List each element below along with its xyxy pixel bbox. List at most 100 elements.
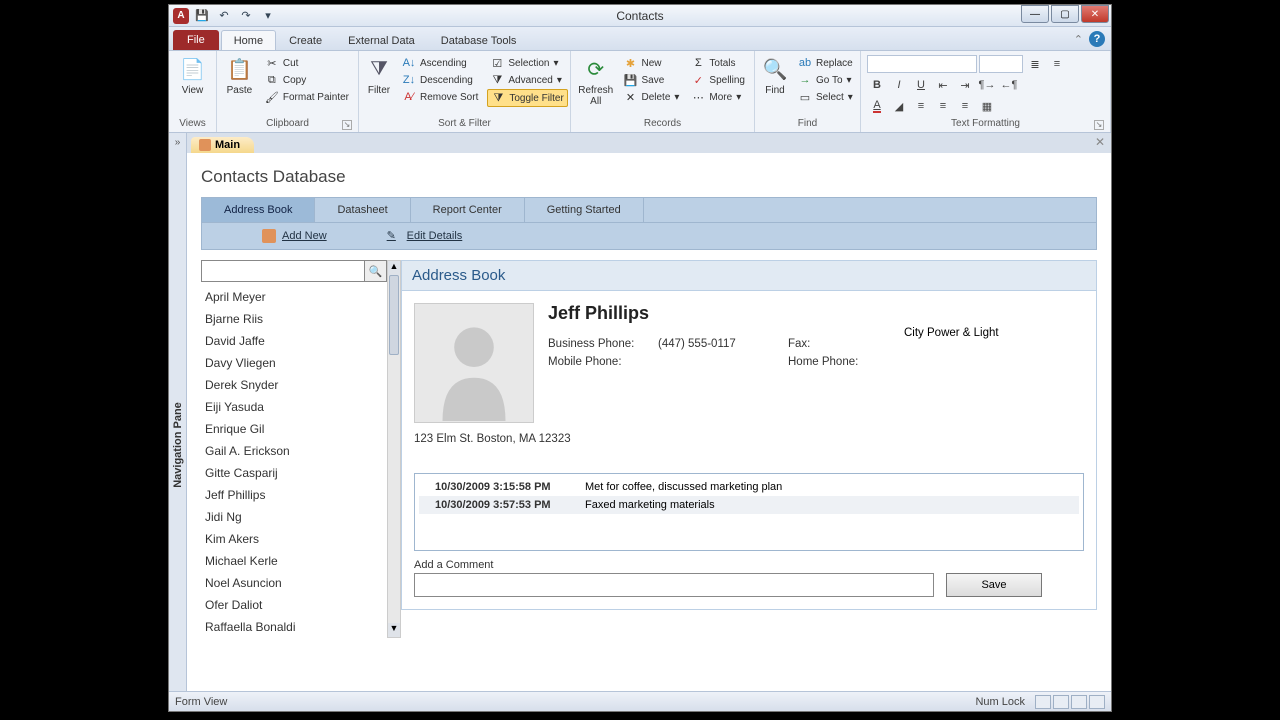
maximize-button[interactable]: ▢ <box>1051 5 1079 23</box>
cut-button[interactable]: ✂Cut <box>262 55 352 71</box>
align-left-icon[interactable]: ≡ <box>911 97 931 115</box>
datasheet-view-icon[interactable] <box>1053 695 1069 709</box>
qat-redo-icon[interactable]: ↷ <box>237 7 255 25</box>
subtab-address-book[interactable]: Address Book <box>202 198 315 222</box>
expand-nav-icon[interactable]: » <box>169 133 186 148</box>
tab-external-data[interactable]: External Data <box>335 30 428 50</box>
align-center-icon[interactable]: ≡ <box>933 97 953 115</box>
qat-customize-icon[interactable]: ▾ <box>259 7 277 25</box>
form-view-icon[interactable] <box>1035 695 1051 709</box>
navigation-pane-collapsed[interactable]: » Navigation Pane <box>169 133 187 691</box>
subtab-report-center[interactable]: Report Center <box>411 198 525 222</box>
totals-button[interactable]: ΣTotals <box>688 55 748 71</box>
add-new-link[interactable]: Add New <box>262 229 327 243</box>
advanced-button[interactable]: ⧩Advanced ▾ <box>487 72 567 88</box>
goto-button[interactable]: →Go To ▾ <box>795 72 856 88</box>
list-item[interactable]: David Jaffe <box>201 330 387 352</box>
remove-sort-button[interactable]: A⁄Remove Sort <box>399 89 481 105</box>
list-item[interactable]: Michael Kerle <box>201 550 387 572</box>
numbering-icon[interactable]: ≡ <box>1047 55 1067 73</box>
list-item[interactable]: Noel Asuncion <box>201 572 387 594</box>
toggle-filter-button[interactable]: ⧩Toggle Filter <box>487 89 567 107</box>
file-tab[interactable]: File <box>173 30 219 50</box>
help-icon[interactable]: ? <box>1089 31 1105 47</box>
list-item[interactable]: Bjarne Riis <box>201 308 387 330</box>
scroll-up-icon[interactable]: ▲ <box>388 261 400 275</box>
font-family-select[interactable] <box>867 55 977 73</box>
search-input[interactable] <box>201 260 365 282</box>
new-icon: ✱ <box>623 56 637 70</box>
group-find: Find <box>761 117 854 130</box>
list-item[interactable]: Gail A. Erickson <box>201 440 387 462</box>
list-item[interactable]: Enrique Gil <box>201 418 387 440</box>
copy-button[interactable]: ⧉Copy <box>262 72 352 88</box>
list-scrollbar[interactable]: ▲ ▼ <box>387 260 401 638</box>
business-phone-value: (447) 555-0117 <box>658 338 788 350</box>
filter-button[interactable]: ⧩Filter <box>365 55 393 96</box>
format-painter-button[interactable]: 🖌Format Painter <box>262 89 352 105</box>
save-record-button[interactable]: 💾Save <box>620 72 682 88</box>
list-item[interactable]: Gitte Casparij <box>201 462 387 484</box>
align-right-icon[interactable]: ≡ <box>955 97 975 115</box>
list-item[interactable]: Jeff Phillips <box>201 484 387 506</box>
subtab-datasheet[interactable]: Datasheet <box>315 198 410 222</box>
refresh-all-button[interactable]: ⟳Refresh All <box>577 55 614 107</box>
list-item[interactable]: Raffaella Bonaldi <box>201 616 387 638</box>
tab-home[interactable]: Home <box>221 30 276 50</box>
fill-color-icon[interactable]: ◢ <box>889 97 909 115</box>
font-size-select[interactable] <box>979 55 1023 73</box>
layout-view-icon[interactable] <box>1071 695 1087 709</box>
comment-input[interactable] <box>414 573 934 597</box>
descending-button[interactable]: Z↓Descending <box>399 72 481 88</box>
italic-icon[interactable]: I <box>889 76 909 94</box>
textfmt-dialog-icon[interactable]: ↘ <box>1094 120 1104 130</box>
subtab-getting-started[interactable]: Getting Started <box>525 198 644 222</box>
list-item[interactable]: Davy Vliegen <box>201 352 387 374</box>
spelling-button[interactable]: ✓Spelling <box>688 72 748 88</box>
underline-icon[interactable]: U <box>911 76 931 94</box>
find-button[interactable]: 🔍Find <box>761 55 789 96</box>
list-item[interactable]: Jidi Ng <box>201 506 387 528</box>
search-button[interactable]: 🔍 <box>365 260 387 282</box>
qat-undo-icon[interactable]: ↶ <box>215 7 233 25</box>
list-item[interactable]: Kim Akers <box>201 528 387 550</box>
ltr-icon[interactable]: ¶→ <box>977 76 997 94</box>
replace-button[interactable]: abReplace <box>795 55 856 71</box>
doc-tab-main[interactable]: Main <box>191 137 254 153</box>
home-phone-label: Home Phone: <box>788 356 878 368</box>
list-item[interactable]: Eiji Yasuda <box>201 396 387 418</box>
bold-icon[interactable]: B <box>867 76 887 94</box>
list-item[interactable]: Derek Snyder <box>201 374 387 396</box>
close-tab-icon[interactable]: ✕ <box>1095 135 1105 149</box>
font-color-icon[interactable]: A <box>867 97 887 115</box>
selection-button[interactable]: ☑Selection ▾ <box>487 55 567 71</box>
minimize-button[interactable]: — <box>1021 5 1049 23</box>
more-button[interactable]: ⋯More ▾ <box>688 89 748 105</box>
list-item[interactable]: Ofer Daliot <box>201 594 387 616</box>
close-button[interactable]: ✕ <box>1081 5 1109 23</box>
select-button[interactable]: ▭Select ▾ <box>795 89 856 105</box>
gridlines-icon[interactable]: ▦ <box>977 97 997 115</box>
indent-dec-icon[interactable]: ⇤ <box>933 76 953 94</box>
card-heading: Address Book <box>401 260 1097 291</box>
clipboard-dialog-icon[interactable]: ↘ <box>342 120 352 130</box>
rtl-icon[interactable]: ←¶ <box>999 76 1019 94</box>
paste-button[interactable]: 📋Paste <box>223 55 256 96</box>
minimize-ribbon-icon[interactable]: ⌃ <box>1074 33 1083 46</box>
save-button[interactable]: Save <box>946 573 1042 597</box>
new-button[interactable]: ✱New <box>620 55 682 71</box>
design-view-icon[interactable] <box>1089 695 1105 709</box>
indent-inc-icon[interactable]: ⇥ <box>955 76 975 94</box>
bullets-icon[interactable]: ≣ <box>1025 55 1045 73</box>
ascending-button[interactable]: A↓Ascending <box>399 55 481 71</box>
tab-create[interactable]: Create <box>276 30 335 50</box>
view-button[interactable]: 📄View <box>175 55 210 96</box>
qat-save-icon[interactable]: 💾 <box>193 7 211 25</box>
edit-details-link[interactable]: ✎Edit Details <box>387 229 463 243</box>
tab-database-tools[interactable]: Database Tools <box>428 30 530 50</box>
list-item[interactable]: April Meyer <box>201 286 387 308</box>
scroll-down-icon[interactable]: ▼ <box>388 623 400 637</box>
delete-button[interactable]: ✕Delete ▾ <box>620 89 682 105</box>
sort-desc-icon: Z↓ <box>402 73 416 87</box>
scroll-thumb[interactable] <box>389 275 399 355</box>
